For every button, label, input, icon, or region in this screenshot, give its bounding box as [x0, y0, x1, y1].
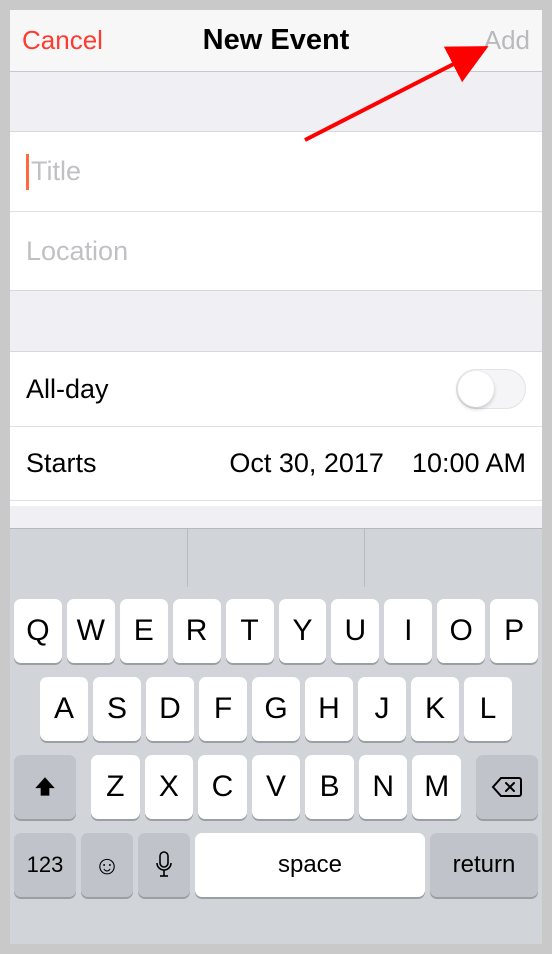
key-b[interactable]: B [305, 755, 354, 819]
toggle-knob [458, 371, 494, 407]
predictive-slot[interactable] [10, 529, 188, 587]
emoji-icon: ☺ [94, 850, 121, 881]
key-n[interactable]: N [359, 755, 408, 819]
key-k[interactable]: K [411, 677, 459, 741]
location-placeholder: Location [26, 236, 128, 267]
starts-row[interactable]: Starts Oct 30, 2017 10:00 AM [10, 426, 542, 500]
predictive-bar [10, 529, 542, 587]
key-z[interactable]: Z [91, 755, 140, 819]
keyboard: Q W E R T Y U I O P A S D F G H J K L [10, 528, 542, 944]
microphone-icon [155, 851, 173, 879]
allday-label: All-day [26, 374, 109, 405]
keyboard-row-3: Z X C V B N M [14, 755, 538, 819]
allday-toggle[interactable] [456, 369, 526, 409]
key-v[interactable]: V [252, 755, 301, 819]
title-placeholder: Title [31, 156, 81, 187]
key-l[interactable]: L [464, 677, 512, 741]
keyboard-row-4: 123 ☺ space return [14, 833, 538, 897]
key-y[interactable]: Y [279, 599, 327, 663]
key-r[interactable]: R [173, 599, 221, 663]
key-return[interactable]: return [430, 833, 538, 897]
location-input[interactable]: Location [10, 211, 542, 290]
section-gap [10, 72, 542, 132]
section-gap [10, 290, 542, 352]
keyboard-row-1: Q W E R T Y U I O P [14, 599, 538, 663]
navbar: Cancel New Event Add [10, 10, 542, 72]
key-c[interactable]: C [198, 755, 247, 819]
key-i[interactable]: I [384, 599, 432, 663]
key-x[interactable]: X [145, 755, 194, 819]
keyboard-row-2: A S D F G H J K L [14, 677, 538, 741]
key-p[interactable]: P [490, 599, 538, 663]
key-w[interactable]: W [67, 599, 115, 663]
key-e[interactable]: E [120, 599, 168, 663]
cancel-button[interactable]: Cancel [22, 25, 103, 56]
key-shift[interactable] [14, 755, 76, 819]
shift-icon [32, 774, 58, 800]
key-123[interactable]: 123 [14, 833, 76, 897]
predictive-slot[interactable] [188, 529, 366, 587]
starts-time: 10:00 AM [412, 448, 526, 479]
page-title: New Event [203, 24, 350, 57]
key-f[interactable]: F [199, 677, 247, 741]
key-j[interactable]: J [358, 677, 406, 741]
key-q[interactable]: Q [14, 599, 62, 663]
text-cursor [26, 154, 29, 190]
key-g[interactable]: G [252, 677, 300, 741]
key-h[interactable]: H [305, 677, 353, 741]
row-divider [10, 500, 542, 506]
backspace-icon [491, 775, 523, 799]
title-input[interactable]: Title [10, 132, 542, 211]
key-d[interactable]: D [146, 677, 194, 741]
allday-row[interactable]: All-day [10, 352, 542, 426]
predictive-slot[interactable] [365, 529, 542, 587]
key-dictate[interactable] [138, 833, 190, 897]
key-emoji[interactable]: ☺ [81, 833, 133, 897]
key-o[interactable]: O [437, 599, 485, 663]
key-a[interactable]: A [40, 677, 88, 741]
key-u[interactable]: U [331, 599, 379, 663]
key-m[interactable]: M [412, 755, 461, 819]
starts-label: Starts [26, 448, 97, 479]
device-frame: Cancel New Event Add Title Location All-… [10, 10, 542, 944]
key-space[interactable]: space [195, 833, 425, 897]
key-backspace[interactable] [476, 755, 538, 819]
key-s[interactable]: S [93, 677, 141, 741]
starts-date: Oct 30, 2017 [229, 448, 384, 479]
key-t[interactable]: T [226, 599, 274, 663]
add-button[interactable]: Add [484, 25, 530, 56]
